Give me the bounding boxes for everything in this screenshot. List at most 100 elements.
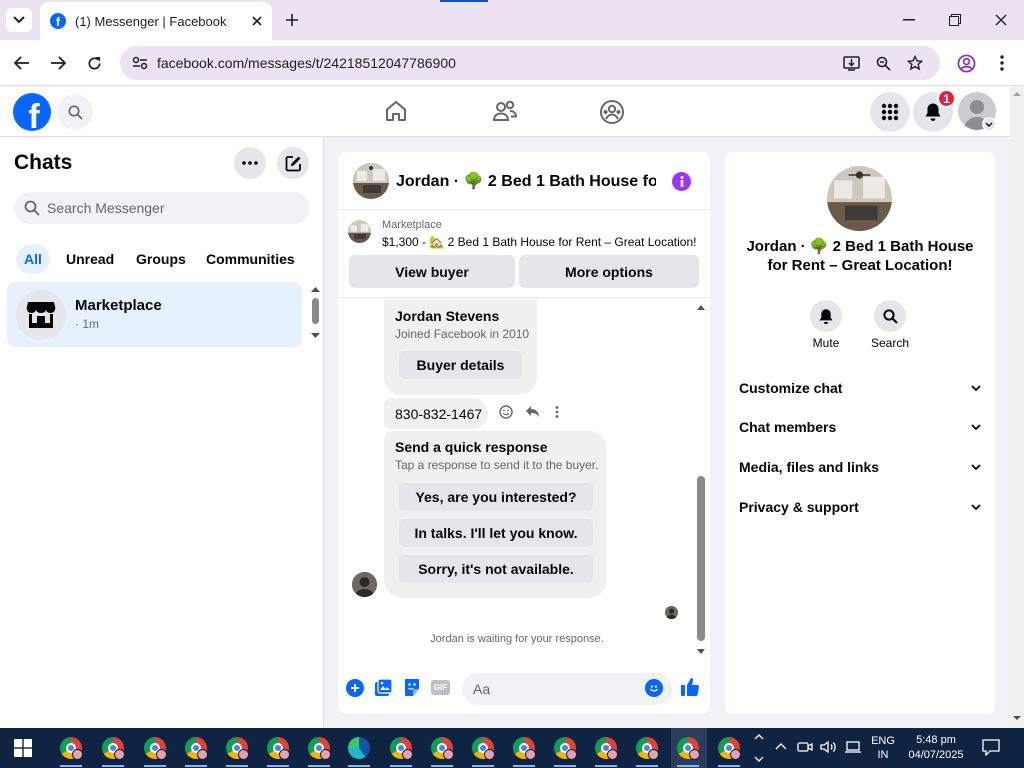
privacy-support-section[interactable]: Privacy & support — [739, 497, 981, 517]
like-button[interactable] — [680, 677, 700, 697]
chrome-taskbar-icon[interactable] — [466, 728, 502, 768]
facebook-logo[interactable]: f — [13, 93, 51, 131]
chat-members-section[interactable]: Chat members — [739, 417, 981, 437]
emoji-button[interactable] — [645, 679, 663, 697]
back-button[interactable] — [10, 51, 34, 75]
conversation-avatar[interactable] — [353, 163, 389, 199]
quick-reply-not-available[interactable]: Sorry, it's not available. — [399, 555, 593, 583]
reload-button[interactable] — [82, 51, 106, 75]
network-icon[interactable] — [844, 740, 862, 754]
conversation-info-button[interactable] — [672, 172, 691, 191]
clock[interactable]: 5:48 pm 04/07/2025 — [905, 733, 967, 763]
react-button[interactable] — [499, 405, 513, 419]
more-options-button[interactable]: More options — [519, 255, 699, 288]
notification-center-button[interactable] — [982, 739, 1000, 756]
chrome-taskbar-icon[interactable] — [302, 728, 338, 768]
chrome-taskbar-icon[interactable] — [179, 728, 215, 768]
close-window-button[interactable] — [987, 8, 1015, 32]
more-actions-button[interactable] — [346, 679, 364, 697]
attach-photo-button[interactable] — [374, 678, 393, 697]
chat-options-button[interactable] — [234, 147, 266, 179]
new-tab-button[interactable] — [282, 10, 302, 30]
message-composer: GIF Aa — [338, 668, 710, 714]
notification-badge: 1 — [937, 89, 956, 108]
message-more-button[interactable] — [555, 406, 559, 418]
home-nav-button[interactable] — [384, 99, 408, 123]
chrome-taskbar-icon[interactable] — [261, 728, 297, 768]
meet-now-icon[interactable] — [797, 740, 813, 754]
filter-all[interactable]: All — [16, 244, 50, 274]
listing-text[interactable]: $1,300 - 🏡 2 Bed 1 Bath House for Rent –… — [382, 235, 696, 249]
customize-chat-section[interactable]: Customize chat — [739, 378, 981, 398]
scroll-thumb[interactable] — [312, 298, 319, 324]
quick-reply-in-talks[interactable]: In talks. I'll let you know. — [399, 519, 593, 547]
browser-tab[interactable]: f (1) Messenger | Facebook — [40, 2, 272, 40]
details-avatar[interactable] — [827, 166, 892, 231]
show-hidden-icons-button[interactable] — [775, 742, 787, 750]
chat-name: Marketplace — [75, 297, 162, 314]
gif-button[interactable]: GIF — [431, 680, 450, 695]
filter-communities[interactable]: Communities — [198, 244, 303, 274]
account-dropdown-button[interactable] — [982, 117, 996, 131]
chat-bubble-icon — [982, 739, 1000, 756]
forward-button[interactable] — [46, 51, 70, 75]
buyer-details-button[interactable]: Buyer details — [399, 351, 522, 379]
person-photo-icon — [352, 572, 377, 597]
minimize-button[interactable] — [895, 8, 923, 32]
facebook-search-button[interactable] — [57, 94, 93, 130]
groups-nav-button[interactable] — [599, 99, 625, 125]
chrome-taskbar-icon[interactable] — [712, 728, 748, 768]
chrome-taskbar-icon[interactable] — [220, 728, 256, 768]
chrome-taskbar-icon[interactable] — [138, 728, 174, 768]
sticker-button[interactable] — [403, 678, 421, 697]
filter-groups[interactable]: Groups — [128, 244, 194, 274]
new-message-button[interactable] — [277, 147, 309, 179]
chat-list-item[interactable]: Marketplace · 1m — [7, 282, 302, 347]
media-files-links-section[interactable]: Media, files and links — [739, 457, 981, 477]
search-icon — [882, 308, 898, 324]
chrome-taskbar-icon[interactable] — [671, 728, 707, 768]
search-in-conversation-button[interactable] — [874, 300, 906, 332]
chrome-taskbar-icon[interactable] — [589, 728, 625, 768]
search-messenger-input[interactable]: Search Messenger — [14, 192, 310, 224]
start-button[interactable] — [14, 739, 32, 757]
menu-button[interactable] — [870, 92, 910, 132]
chrome-taskbar-icon[interactable] — [96, 728, 132, 768]
edge-taskbar-icon[interactable] — [342, 728, 378, 768]
chrome-taskbar-icon[interactable] — [54, 728, 90, 768]
language-indicator[interactable]: ENG IN — [868, 734, 898, 762]
restore-button[interactable] — [941, 8, 969, 32]
message-input[interactable]: Aa — [462, 673, 672, 705]
address-bar[interactable]: facebook.com/messages/t/2421851204778690… — [120, 46, 940, 80]
profile-button[interactable] — [954, 51, 978, 75]
chrome-taskbar-icon[interactable] — [630, 728, 666, 768]
thread-scrollbar[interactable] — [695, 299, 707, 654]
conversation-title[interactable]: Jordan · 🌳 2 Bed 1 Bath House for ... — [396, 171, 656, 191]
taskbar-scroll[interactable] — [752, 728, 766, 768]
scroll-thumb[interactable] — [697, 476, 705, 641]
chrome-taskbar-icon[interactable] — [425, 728, 461, 768]
chrome-taskbar-icon[interactable] — [384, 728, 420, 768]
reply-button[interactable] — [525, 405, 540, 418]
page-scrollbar[interactable] — [1010, 87, 1024, 728]
bookmark-star-icon[interactable] — [903, 51, 927, 75]
chrome-taskbar-icon[interactable] — [548, 728, 584, 768]
install-app-icon[interactable] — [839, 51, 863, 75]
volume-icon[interactable] — [820, 740, 837, 754]
chrome-taskbar-icon[interactable] — [507, 728, 543, 768]
filter-unread[interactable]: Unread — [58, 244, 122, 274]
chats-scrollbar[interactable] — [311, 286, 320, 341]
tab-search-button[interactable] — [6, 8, 32, 32]
phone-message[interactable]: 830-832-1467 — [384, 398, 488, 429]
listing-thumbnail — [348, 220, 371, 243]
friends-nav-button[interactable] — [492, 99, 518, 123]
mute-button[interactable] — [810, 300, 842, 332]
zoom-icon[interactable] — [871, 51, 895, 75]
close-tab-icon[interactable] — [252, 16, 262, 26]
view-buyer-button[interactable]: View buyer — [349, 255, 515, 288]
site-info-icon[interactable] — [128, 51, 152, 75]
browser-menu-button[interactable] — [990, 51, 1014, 75]
quick-reply-yes[interactable]: Yes, are you interested? — [399, 483, 593, 511]
chevron-down-icon — [971, 424, 981, 430]
sender-avatar[interactable] — [352, 572, 377, 597]
